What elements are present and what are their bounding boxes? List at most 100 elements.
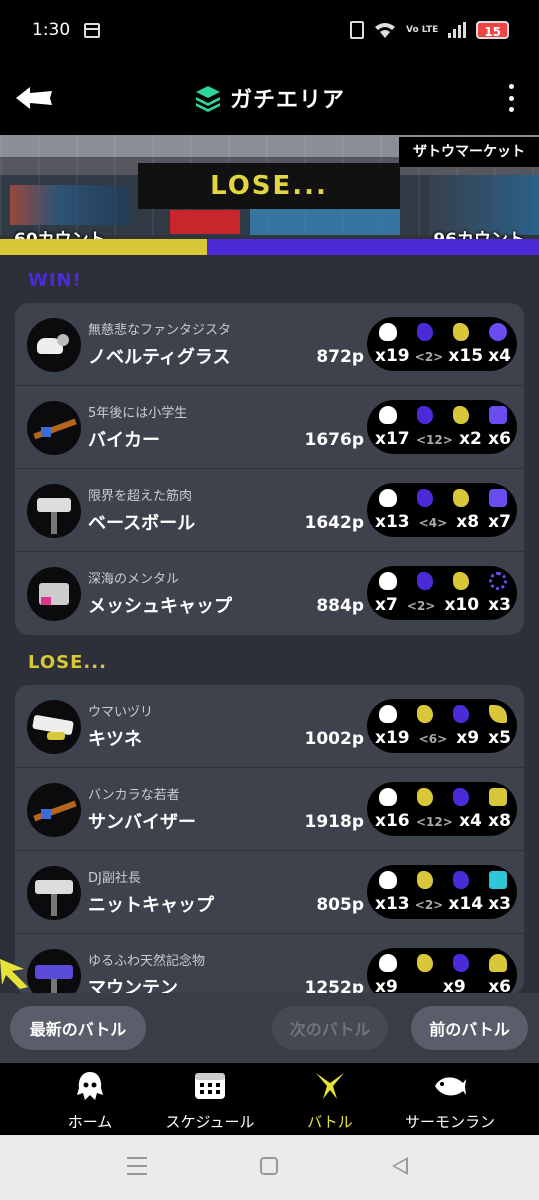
player-title: 深海のメンタル (88, 572, 180, 587)
team-splat-icon (417, 705, 433, 723)
tab-schedule[interactable]: スケジュール (155, 1071, 265, 1132)
kill-icon (379, 788, 397, 806)
tab-battle[interactable]: バトル (290, 1071, 370, 1132)
salmon-icon (435, 1077, 466, 1096)
kill-icon (379, 705, 397, 723)
win-section-label: WIN! (28, 270, 82, 291)
signal-icon (448, 22, 467, 38)
splat-zones-icon (195, 86, 220, 112)
specials: x7 (488, 512, 511, 532)
kill-icon (379, 489, 397, 507)
next-battle-button[interactable]: 次のバトル (272, 1006, 388, 1050)
battle-detail-screen: 1:30 Vo LTE 15 ガチエリア ザトウマーケット LOSE... WI… (0, 0, 539, 1200)
kill-icon (379, 572, 397, 590)
battle-icon (316, 1073, 344, 1099)
death-icon (453, 406, 469, 424)
player-row[interactable]: 深海のメンタル メッシュキャップ 884p x7 <2> x10 x3 (15, 552, 524, 635)
status-time: 1:30 (32, 20, 71, 40)
kills: x13 (375, 512, 410, 532)
death-icon (453, 871, 469, 889)
specials: x8 (488, 811, 511, 831)
specials: x3 (488, 894, 511, 914)
home-icon[interactable] (260, 1157, 278, 1175)
battery-icon: 15 (476, 21, 509, 39)
player-row[interactable]: 5年後には小学生 バイカー 1676p x17 <12> x2 x6 (15, 386, 524, 469)
deaths: x14 (448, 894, 484, 914)
player-title: ウマいヅリ (88, 705, 154, 720)
stage-image-detail (10, 185, 130, 225)
player-title: バンカラな若者 (88, 788, 180, 803)
calendar-icon (195, 1073, 225, 1099)
latest-battle-button[interactable]: 最新のバトル (10, 1006, 146, 1050)
tab-salmon-run[interactable]: サーモンラン (395, 1071, 505, 1132)
player-title: DJ副社長 (88, 871, 141, 886)
player-points: 1642p (304, 513, 364, 533)
weapon-icon (27, 567, 81, 621)
specials: x4 (488, 346, 511, 366)
death-icon (453, 705, 469, 723)
player-title: ゆるふわ天然記念物 (88, 954, 206, 969)
player-name: マウンテン (88, 978, 178, 995)
player-row[interactable]: 無慈悲なファンタジスタ ノベルティグラス 872p x19 <2> x15 x4 (15, 303, 524, 386)
player-name: キツネ (88, 729, 142, 750)
special-weapon-icon (489, 954, 507, 972)
kill-icon (379, 323, 397, 341)
battle-navigation-bar: 最新のバトル 次のバトル 前のバトル (0, 993, 539, 1063)
assists: <12> (415, 433, 453, 447)
stage-name: ザトウマーケット (399, 137, 539, 167)
lose-section-label: LOSE... (28, 652, 107, 673)
status-bar: 1:30 Vo LTE 15 (0, 0, 539, 60)
player-row[interactable]: ゆるふわ天然記念物 マウンテン 1252p x9 x9 x6 (15, 934, 524, 995)
team-splat-icon (417, 954, 433, 972)
page-title: ガチエリア (229, 88, 345, 113)
battle-result: LOSE... (138, 163, 400, 209)
player-row[interactable]: バンカラな若者 サンバイザー 1918p x16 <12> x4 x8 (15, 768, 524, 851)
player-name: サンバイザー (88, 812, 196, 833)
tab-battle-label: バトル (307, 1113, 353, 1131)
player-points: 1918p (304, 812, 364, 832)
my-team-score-fill (0, 239, 207, 255)
kills: x19 (375, 728, 410, 748)
player-row[interactable]: 限界を超えた筋肉 ベースボール 1642p x13 <4> x8 x7 (15, 469, 524, 552)
player-row[interactable]: DJ副社長 ニットキャップ 805p x13 <2> x14 x3 (15, 851, 524, 934)
enemy-team-score-fill (207, 239, 539, 255)
tab-home[interactable]: ホーム (55, 1071, 125, 1132)
player-row[interactable]: ウマいヅリ キツネ 1002p x19 <6> x9 x5 (15, 685, 524, 768)
kills: x19 (375, 346, 410, 366)
recents-icon[interactable] (127, 1157, 147, 1175)
player-points: 884p (316, 596, 364, 616)
app-header: ガチエリア (0, 60, 539, 135)
player-points: 805p (316, 895, 364, 915)
deaths: x4 (459, 811, 482, 831)
player-name: バイカー (88, 430, 160, 451)
more-menu-icon[interactable] (507, 84, 515, 112)
deaths: x9 (456, 728, 480, 748)
kills: x13 (375, 894, 410, 914)
deaths: x8 (456, 512, 480, 532)
wifi-icon (374, 23, 395, 38)
player-stats: x9 x9 x6 (367, 948, 517, 995)
kills: x16 (375, 811, 410, 831)
kills: x7 (375, 595, 398, 615)
squid-home-icon (77, 1072, 103, 1100)
previous-battle-button[interactable]: 前のバトル (411, 1006, 528, 1050)
deaths: x2 (459, 429, 482, 449)
player-title: 5年後には小学生 (88, 406, 188, 421)
stage-image-detail (250, 205, 400, 235)
player-title: 無慈悲なファンタジスタ (88, 323, 232, 338)
vibrate-icon (349, 21, 364, 39)
back-icon[interactable] (392, 1157, 408, 1175)
weapon-icon (27, 783, 81, 837)
player-stats: x7 <2> x10 x3 (367, 566, 517, 620)
kill-icon (379, 406, 397, 424)
player-stats: x17 <12> x2 x6 (367, 400, 517, 454)
win-team-card: 無慈悲なファンタジスタ ノベルティグラス 872p x19 <2> x15 x4 5年… (15, 303, 524, 635)
score-bar (0, 239, 539, 255)
player-title: 限界を超えた筋肉 (88, 489, 193, 504)
header-title-group: ガチエリア (0, 82, 539, 114)
team-splat-icon (417, 406, 433, 424)
lose-team-card: ウマいヅリ キツネ 1002p x19 <6> x9 x5 バンカラな若者 サンバイザ… (15, 685, 524, 995)
player-name: ニットキャップ (88, 895, 214, 916)
player-stats: x13 <4> x8 x7 (367, 483, 517, 537)
team-splat-icon (417, 489, 433, 507)
